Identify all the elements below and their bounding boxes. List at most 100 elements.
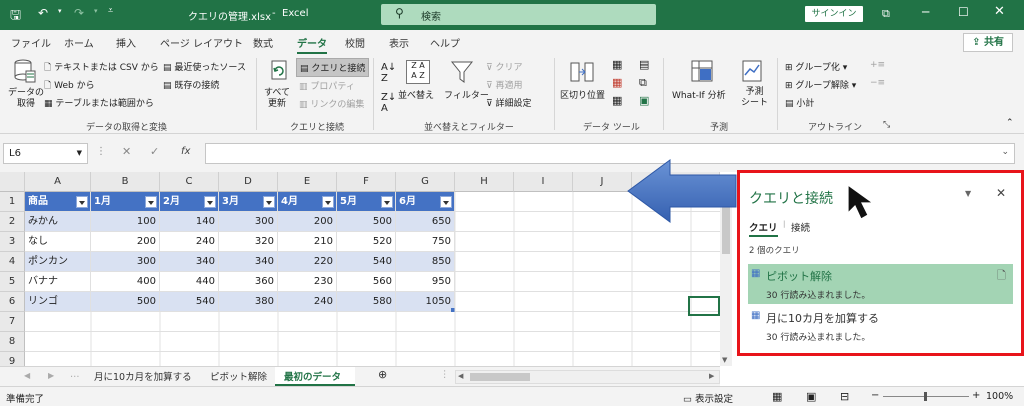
data-model-icon[interactable]: ▣ xyxy=(639,94,649,107)
worksheet-grid[interactable]: A B C D E F G H I J 1 2 3 4 5 6 7 8 9 商品… xyxy=(0,172,732,372)
horizontal-scrollbar[interactable]: ◀ ▶ xyxy=(455,370,720,384)
tab-data[interactable]: データ xyxy=(297,35,327,54)
filter-button[interactable]: フィルター xyxy=(444,88,489,101)
advanced-button[interactable]: ⊽ 詳細設定 xyxy=(486,96,531,109)
recent-sources-button[interactable]: ▤ 最近使ったソース xyxy=(163,60,246,73)
pane-options-icon[interactable]: ▼ xyxy=(965,189,971,198)
undo-dropdown-icon[interactable]: ▾ xyxy=(58,7,62,15)
normal-view-icon[interactable]: ▦ xyxy=(772,390,782,403)
cancel-formula-icon[interactable]: ✕ xyxy=(122,145,131,158)
row-header[interactable]: 8 xyxy=(0,332,25,352)
zoom-in-icon[interactable]: + xyxy=(972,390,980,401)
scroll-right-icon[interactable]: ▶ xyxy=(709,372,714,380)
tab-view[interactable]: 表示 xyxy=(389,35,409,50)
pane-tab-queries[interactable]: クエリ xyxy=(749,220,778,237)
tab-page-layout[interactable]: ページ レイアウト xyxy=(160,35,243,50)
share-button[interactable]: ⇪ 共有 xyxy=(963,33,1013,52)
query-item[interactable]: ▦ ピボット解除 30 行読み込まれました。 🗋 xyxy=(748,264,1013,304)
text-csv-button[interactable]: 🗋 テキストまたは CSV から xyxy=(44,60,159,76)
zoom-slider-thumb[interactable] xyxy=(924,392,927,401)
formula-input[interactable]: ⌄ xyxy=(205,143,1015,164)
relationships-icon[interactable]: ⧉ xyxy=(639,76,647,90)
outline-settings-icon[interactable]: ⤡ xyxy=(883,120,890,130)
row-header[interactable]: 2 xyxy=(0,212,25,232)
zoom-out-icon[interactable]: − xyxy=(871,390,879,401)
tab-review[interactable]: 校閲 xyxy=(345,35,365,50)
pane-close-icon[interactable]: ✕ xyxy=(996,186,1006,200)
group-button[interactable]: ⊞ グループ化 ▾ xyxy=(785,60,847,73)
pane-tab-connections[interactable]: 接続 xyxy=(791,220,810,234)
sort-za-button[interactable]: Z↓ A xyxy=(381,92,396,114)
page-break-view-icon[interactable]: ⊟ xyxy=(840,390,849,403)
column-header[interactable]: I xyxy=(514,172,573,192)
column-header[interactable]: F xyxy=(337,172,396,192)
display-settings-button[interactable]: ▭ 表示設定 xyxy=(683,391,733,405)
column-header[interactable]: B xyxy=(91,172,160,192)
web-button[interactable]: 🗋 Web から xyxy=(44,78,95,94)
tab-split-handle-icon[interactable]: ⋮ xyxy=(440,369,450,380)
get-data-button[interactable]: データの 取得 xyxy=(8,88,44,110)
column-header[interactable]: J xyxy=(573,172,632,192)
column-header[interactable]: E xyxy=(278,172,337,192)
data-validation-icon[interactable]: ▦ xyxy=(612,94,622,107)
sheet-tab[interactable]: ピボット解除 xyxy=(210,369,267,383)
remove-duplicates-icon[interactable]: ▦ xyxy=(612,76,622,89)
tab-formulas[interactable]: 数式 xyxy=(253,35,273,50)
row-header[interactable]: 4 xyxy=(0,252,25,272)
query-item[interactable]: ▦ 月に10カ月を加算する 30 行読み込まれました。 xyxy=(748,306,1013,346)
maximize-icon[interactable]: ☐ xyxy=(958,5,969,19)
expand-formula-icon[interactable]: ⌄ xyxy=(1001,147,1009,157)
selected-cell[interactable] xyxy=(688,296,720,316)
select-all-corner[interactable] xyxy=(0,172,25,192)
query-preview-icon[interactable]: 🗋 xyxy=(997,267,1006,286)
zoom-level[interactable]: 100% xyxy=(986,391,1013,402)
row-header[interactable]: 6 xyxy=(0,292,25,312)
close-icon[interactable]: ✕ xyxy=(994,4,1005,19)
hscroll-thumb[interactable] xyxy=(470,373,530,381)
prev-sheet-icon[interactable]: ◀ xyxy=(24,371,30,380)
minimize-icon[interactable]: ─ xyxy=(922,5,929,19)
what-if-button[interactable]: What-If 分析 xyxy=(672,88,726,101)
collapse-ribbon-icon[interactable]: ⌃ xyxy=(1006,118,1014,128)
scroll-down-icon[interactable]: ▼ xyxy=(722,356,727,364)
page-layout-view-icon[interactable]: ▣ xyxy=(806,390,816,403)
next-sheet-icon[interactable]: ▶ xyxy=(48,371,54,380)
scroll-left-icon[interactable]: ◀ xyxy=(458,372,463,380)
ribbon-display-icon[interactable]: ⧉ xyxy=(882,7,890,21)
undo-icon[interactable]: ↶ xyxy=(38,6,48,20)
text-to-columns-button[interactable]: 区切り位置 xyxy=(560,88,605,101)
column-header[interactable]: C xyxy=(160,172,219,192)
ungroup-button[interactable]: ⊞ グループ解除 ▾ xyxy=(785,78,856,91)
subtotal-button[interactable]: ▤ 小計 xyxy=(785,96,814,109)
add-sheet-icon[interactable]: ⊕ xyxy=(378,368,387,381)
search-box[interactable]: ⚲ 検索 xyxy=(381,4,656,25)
flash-fill-icon[interactable]: ▦ xyxy=(612,58,622,71)
save-icon[interactable]: 🖫 xyxy=(10,6,21,28)
sort-button[interactable]: 並べ替え xyxy=(398,88,434,101)
tab-help[interactable]: ヘルプ xyxy=(430,35,460,50)
column-header[interactable]: D xyxy=(219,172,278,192)
signin-button[interactable]: サインイン xyxy=(805,6,863,22)
row-header[interactable]: 3 xyxy=(0,232,25,252)
sheet-more-icon[interactable]: … xyxy=(70,369,80,380)
tab-file[interactable]: ファイル xyxy=(11,35,51,50)
enter-formula-icon[interactable]: ✓ xyxy=(150,145,159,158)
refresh-all-button[interactable]: すべて 更新 xyxy=(264,88,290,110)
forecast-sheet-button[interactable]: 予測 シート xyxy=(741,87,768,109)
tab-home[interactable]: ホーム xyxy=(64,35,94,50)
row-header[interactable]: 5 xyxy=(0,272,25,292)
table-range-button[interactable]: ▦ テーブルまたは範囲から xyxy=(44,96,154,109)
column-header[interactable]: A xyxy=(25,172,91,192)
consolidate-icon[interactable]: ▤ xyxy=(639,58,649,71)
sheet-tab[interactable]: 月に10カ月を加算する xyxy=(94,369,192,383)
existing-connections-button[interactable]: ▤ 既存の接続 xyxy=(163,78,219,91)
queries-connections-button[interactable]: ▤ クエリと接続 xyxy=(296,58,370,77)
customize-qat-icon[interactable]: ⩡ xyxy=(108,6,113,16)
sort-az-button[interactable]: A↓ Z xyxy=(381,62,396,84)
column-header[interactable]: G xyxy=(396,172,455,192)
tab-insert[interactable]: 挿入 xyxy=(116,35,136,50)
row-header[interactable]: 7 xyxy=(0,312,25,332)
name-box[interactable]: L6 ▼ xyxy=(3,143,88,164)
row-header[interactable]: 1 xyxy=(0,192,25,212)
column-header[interactable]: H xyxy=(455,172,514,192)
